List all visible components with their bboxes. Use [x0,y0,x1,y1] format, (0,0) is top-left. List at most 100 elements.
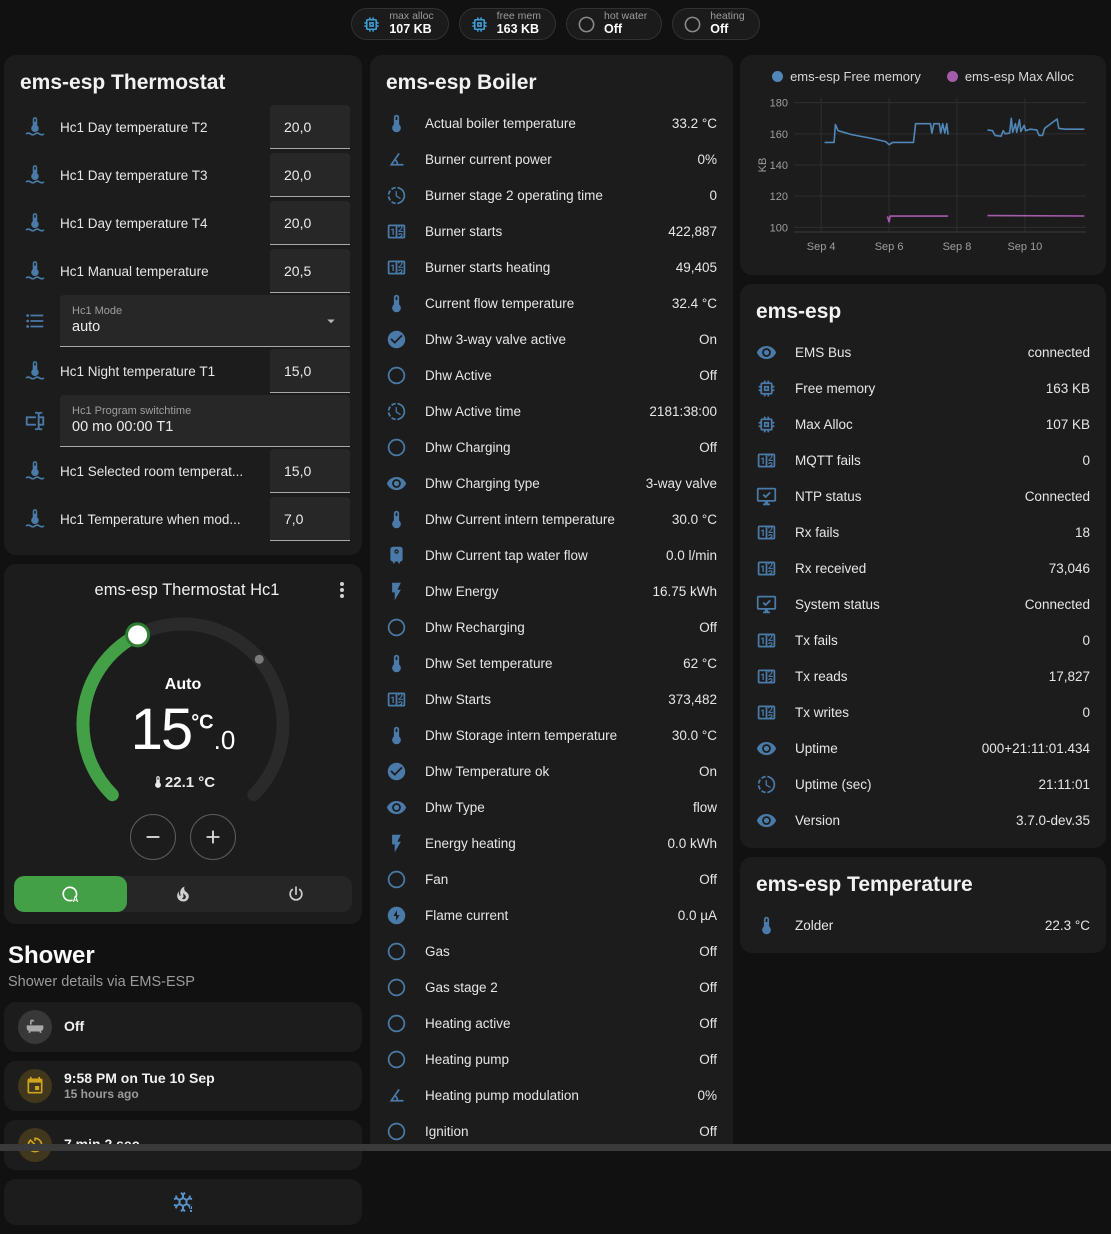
number-input[interactable]: 20,5 [270,249,350,293]
number-input[interactable]: 20,0 [270,153,350,197]
entity-name: Heating active [425,1016,691,1031]
dots-vertical-icon[interactable] [330,578,354,602]
entity-row[interactable]: FanOff [386,861,717,897]
entity-value: 30.0 °C [672,512,717,527]
shower-tile[interactable] [4,1179,362,1225]
entity-row[interactable]: Burner current power0% [386,141,717,177]
entity-row[interactable]: Flame current0.0 µA [386,897,717,933]
entity-value: Off [699,1124,717,1139]
entity-row[interactable]: Dhw Typeflow [386,789,717,825]
entity-row[interactable]: Dhw Current tap water flow0.0 l/min [386,537,717,573]
entity-row[interactable]: Free memory163 KB [756,370,1090,406]
setting-row: Hc1 Modeauto [16,295,350,347]
entity-row[interactable]: Dhw Starts373,482 [386,681,717,717]
circle-outline-icon [386,437,407,458]
entity-row[interactable]: Actual boiler temperature33.2 °C [386,105,717,141]
number-input[interactable]: 7,0 [270,497,350,541]
entity-row[interactable]: Heating pump modulation0% [386,1077,717,1113]
counter-icon [386,689,407,710]
status-badge[interactable]: hot waterOff [566,8,662,40]
status-badge[interactable]: free mem163 KB [459,8,556,40]
number-input[interactable]: 15,0 [270,349,350,393]
entity-row[interactable]: Energy heating0.0 kWh [386,825,717,861]
setting-row: Hc1 Selected room temperat...15,0 [16,447,350,495]
mode-auto-button[interactable]: A [14,876,127,912]
legend-item[interactable]: ems-esp Free memory [772,69,921,84]
flash-icon [386,581,407,602]
entity-row[interactable]: Burner starts422,887 [386,213,717,249]
setting-row: Hc1 Day temperature T220,0 [16,103,350,151]
entity-row[interactable]: Gas stage 2Off [386,969,717,1005]
entity-row[interactable]: Tx fails 0 [756,622,1090,658]
history-chart-card[interactable]: ems-esp Free memoryems-esp Max Alloc 100… [740,55,1106,275]
monitor-check-icon [756,486,777,507]
entity-value: 422,887 [668,224,717,239]
entity-row[interactable]: Dhw ChargingOff [386,429,717,465]
status-badge[interactable]: heatingOff [672,8,759,40]
mode-heat-button[interactable] [127,876,240,912]
entity-row[interactable]: System statusConnected [756,586,1090,622]
setting-label: Hc1 Day temperature T3 [60,168,270,183]
entity-row[interactable]: Dhw ActiveOff [386,357,717,393]
badge-value: Off [710,23,744,37]
entity-row[interactable]: Dhw Current intern temperature 30.0 °C [386,501,717,537]
entity-row[interactable]: Heating pumpOff [386,1041,717,1077]
shower-tile[interactable]: 9:58 PM on Tue 10 Sep15 hours ago [4,1061,362,1111]
entity-row[interactable]: Uptime (sec)21:11:01 [756,766,1090,802]
entity-name: Uptime (sec) [795,777,1030,792]
dial-knob[interactable] [127,624,149,646]
mode-select[interactable]: Hc1 Modeauto [60,295,350,347]
thermometer-water-icon [24,460,46,482]
field-label: Hc1 Mode [72,305,338,319]
memory-icon [362,15,381,34]
entity-row[interactable]: Tx reads17,827 [756,658,1090,694]
entity-name: Dhw Current intern temperature [425,512,664,527]
entity-row[interactable]: Rx received73,046 [756,550,1090,586]
entity-row[interactable]: Tx writes0 [756,694,1090,730]
entity-row[interactable]: Dhw RechargingOff [386,609,717,645]
entity-row[interactable]: Dhw Active time2181:38:00 [386,393,717,429]
middle-column: ems-esp Boiler Actual boiler temperature… [370,55,733,1151]
entity-row[interactable]: Dhw Temperature okOn [386,753,717,789]
temp-increase-button[interactable] [190,814,236,860]
entity-row[interactable]: Burner stage 2 operating time0 [386,177,717,213]
entity-row[interactable]: Dhw Energy16.75 kWh [386,573,717,609]
entity-value: 0 [1082,633,1090,648]
entity-row[interactable]: EMS Busconnected [756,334,1090,370]
entity-row[interactable]: Current flow temperature32.4 °C [386,285,717,321]
entity-row[interactable]: Dhw Storage intern temperature30.0 °C [386,717,717,753]
entity-row[interactable]: NTP statusConnected [756,478,1090,514]
entity-name: Tx fails [795,633,1074,648]
number-input[interactable]: 20,0 [270,105,350,149]
entity-row[interactable]: MQTT fails0 [756,442,1090,478]
entity-value: 0.0 l/min [666,548,717,563]
entity-row[interactable]: Max Alloc107 KB [756,406,1090,442]
entity-row[interactable]: Rx fails18 [756,514,1090,550]
number-input[interactable]: 15,0 [270,449,350,493]
entity-value: Connected [1025,597,1090,612]
status-badge[interactable]: max alloc107 KB [351,8,448,40]
mode-off-button[interactable] [239,876,352,912]
entity-row[interactable]: Uptime000+21:11:01.434 [756,730,1090,766]
entity-value: Off [699,944,717,959]
shower-tile[interactable]: Off [4,1002,362,1052]
entity-row[interactable]: Dhw Charging type3-way valve [386,465,717,501]
entity-row[interactable]: Version3.7.0-dev.35 [756,802,1090,838]
gauge-icon [386,1085,407,1106]
text-input[interactable]: Hc1 Program switchtime00 mo 00:00 T1 [60,395,350,447]
entity-row[interactable]: Dhw 3-way valve activeOn [386,321,717,357]
entity-row[interactable]: Dhw Set temperature62 °C [386,645,717,681]
entity-row[interactable]: Heating activeOff [386,1005,717,1041]
thermostat-dial[interactable]: Auto 15°C.0 22.1 °C [4,606,362,846]
entity-row[interactable]: GasOff [386,933,717,969]
entity-value: 107 KB [1046,417,1090,432]
snowflake-alert-icon [170,1189,196,1215]
number-input[interactable]: 20,0 [270,201,350,245]
tile-text: 9:58 PM on Tue 10 Sep15 hours ago [64,1070,215,1103]
temp-decrease-button[interactable] [130,814,176,860]
entity-row[interactable]: Burner starts heating49,405 [386,249,717,285]
entity-row[interactable]: Zolder22.3 °C [756,907,1090,943]
thermometer-water-icon [24,164,46,186]
bottom-scrollbar[interactable] [0,1144,1111,1151]
legend-item[interactable]: ems-esp Max Alloc [947,69,1074,84]
